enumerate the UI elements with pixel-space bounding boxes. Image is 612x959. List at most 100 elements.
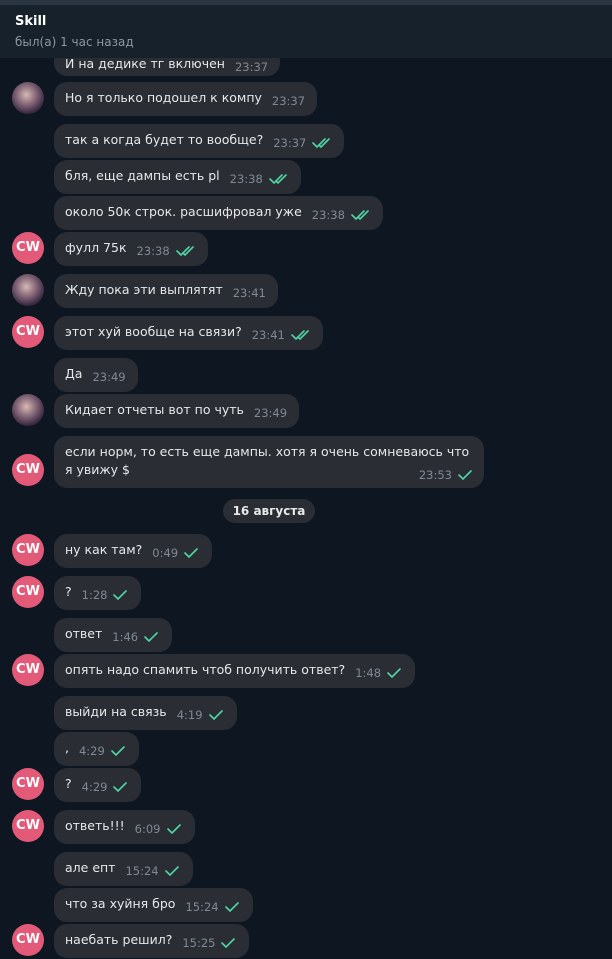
- check-icon: [458, 470, 472, 480]
- message-time: 1:28: [81, 588, 108, 602]
- avatar-cw[interactable]: CW: [12, 316, 44, 348]
- message-bubble[interactable]: ? 1:28: [54, 576, 142, 610]
- message-bubble[interactable]: этот хуй вообще на связи? 23:41: [54, 316, 323, 350]
- message-time: 23:38: [311, 208, 345, 222]
- message-bubble[interactable]: наебать решил? 15:25: [54, 924, 250, 958]
- message-text: опять надо спамить чтоб получить ответ?: [65, 662, 346, 677]
- avatar-cw[interactable]: CW: [12, 232, 44, 264]
- message-time: 23:37: [273, 136, 307, 150]
- check-icon: [208, 710, 223, 720]
- message-time: 15:24: [185, 900, 219, 914]
- message-time: 1:48: [355, 666, 382, 680]
- chat-title[interactable]: Skill: [15, 14, 46, 29]
- message-bubble[interactable]: так а когда будет то вообще? 23:37: [54, 124, 345, 158]
- message-bubble[interactable]: Жду пока эти выплятят 23:41: [54, 274, 278, 308]
- message-meta: 23:41: [252, 326, 311, 344]
- check-icon: [221, 938, 236, 948]
- message-meta: 1:46: [112, 628, 160, 646]
- message-bubble[interactable]: але епт 15:24: [54, 852, 193, 886]
- message-bubble[interactable]: Но я только подошел к компу 23:37: [54, 82, 318, 116]
- double-check-icon: [268, 174, 287, 184]
- avatar-cw[interactable]: CW: [12, 768, 44, 800]
- message-bubble[interactable]: опять надо спамить чтоб получить ответ? 1…: [54, 654, 416, 688]
- message-time: 23:49: [92, 370, 126, 384]
- message-meta: 23:49: [254, 404, 287, 422]
- message-text: этот хуй вообще на связи?: [65, 324, 242, 339]
- check-icon: [224, 902, 239, 912]
- message-meta: 15:24: [185, 898, 240, 916]
- message-meta: 1:28: [82, 586, 130, 604]
- message-meta: 23:37: [272, 92, 305, 110]
- message-list[interactable]: И на дедике тг включен 23:37 Но я только п…: [0, 58, 612, 959]
- message-time: 0:49: [152, 546, 179, 560]
- message-bubble[interactable]: Да 23:49: [54, 358, 138, 392]
- check-icon: [164, 866, 179, 876]
- message-time: 23:37: [234, 60, 269, 74]
- message-text: что за хуйня бро: [65, 896, 176, 911]
- message-meta: 6:09: [135, 820, 183, 838]
- check-icon: [184, 548, 198, 558]
- message-meta: 23:37: [273, 134, 332, 152]
- message-text: Жду пока эти выплятят: [65, 282, 223, 297]
- message-bubble[interactable]: И на дедике тг включен 23:37: [54, 58, 281, 76]
- avatar-cw[interactable]: CW: [12, 654, 44, 686]
- avatar-contact-photo[interactable]: [12, 394, 44, 426]
- check-icon: [113, 782, 128, 792]
- message-time: 4:29: [78, 744, 105, 758]
- double-check-icon: [351, 210, 369, 220]
- last-seen-status: был(а) 1 час назад: [15, 35, 134, 49]
- message-time: 15:25: [182, 936, 216, 950]
- avatar-cw[interactable]: CW: [12, 454, 44, 486]
- message-time: 23:41: [251, 328, 285, 342]
- message-meta: 23:38: [312, 206, 371, 224]
- avatar-contact-photo[interactable]: [12, 82, 44, 114]
- message-meta: 0:49: [152, 544, 200, 562]
- message-meta: 23:37: [235, 58, 268, 76]
- check-icon: [113, 590, 128, 600]
- avatar-cw[interactable]: CW: [12, 534, 44, 566]
- message-meta: 4:29: [82, 778, 130, 796]
- check-icon: [387, 668, 401, 678]
- message-bubble[interactable]: что за хуйня бро 15:24: [54, 888, 253, 922]
- date-separator: 16 августа: [223, 499, 315, 523]
- message-bubble[interactable]: ? 4:29: [54, 768, 142, 802]
- message-time: 15:24: [125, 864, 159, 878]
- message-bubble[interactable]: ответ 1:46: [54, 618, 173, 652]
- message-bubble[interactable]: выйди на связь 4:19: [54, 696, 237, 730]
- message-time: 23:38: [229, 172, 263, 186]
- double-check-icon: [312, 138, 331, 148]
- message-text: фулл 75к: [65, 240, 127, 255]
- message-bubble[interactable]: фулл 75к 23:38: [54, 232, 208, 266]
- message-time: 1:46: [112, 630, 139, 644]
- avatar-cw[interactable]: CW: [12, 810, 44, 842]
- message-text: наебать решил?: [65, 932, 173, 947]
- double-check-icon: [291, 330, 309, 340]
- message-bubble[interactable]: около 50к строк. расшифровал уже 23:38: [54, 196, 383, 230]
- message-text: ?: [65, 776, 72, 791]
- message-bubble[interactable]: бля, еще дампы есть pl 23:38: [54, 160, 301, 194]
- message-time: 23:37: [271, 94, 306, 108]
- message-text: але епт: [65, 860, 116, 875]
- message-meta: 23:53: [419, 466, 474, 484]
- message-text: так а когда будет то вообще?: [65, 132, 264, 147]
- message-meta: 15:25: [182, 934, 237, 952]
- avatar-contact-photo[interactable]: [12, 274, 44, 306]
- message-bubble[interactable]: ну как там? 0:49: [54, 534, 213, 568]
- message-time: 23:53: [418, 468, 452, 482]
- message-meta: 23:38: [230, 170, 289, 188]
- message-bubble[interactable]: ответь!!! 6:09: [54, 810, 195, 844]
- avatar-cw[interactable]: CW: [12, 924, 44, 956]
- message-bubble[interactable]: если норм, то есть еще дампы. хотя я оче…: [54, 436, 484, 488]
- message-time: 4:29: [81, 780, 108, 794]
- avatar-cw[interactable]: CW: [12, 576, 44, 608]
- message-bubble[interactable]: Кидает отчеты вот по чуть 23:49: [54, 394, 300, 428]
- message-text: Да: [65, 366, 83, 381]
- message-meta: 4:19: [177, 706, 225, 724]
- chat-header[interactable]: Skill был(а) 1 час назад: [0, 0, 612, 58]
- message-meta: 4:29: [79, 742, 127, 760]
- message-bubble[interactable]: , 4:29: [54, 732, 139, 766]
- message-text: Кидает отчеты вот по чуть: [65, 402, 244, 417]
- message-meta: 23:38: [137, 242, 196, 260]
- message-text: ?: [65, 584, 72, 599]
- message-text: выйди на связь: [65, 704, 167, 719]
